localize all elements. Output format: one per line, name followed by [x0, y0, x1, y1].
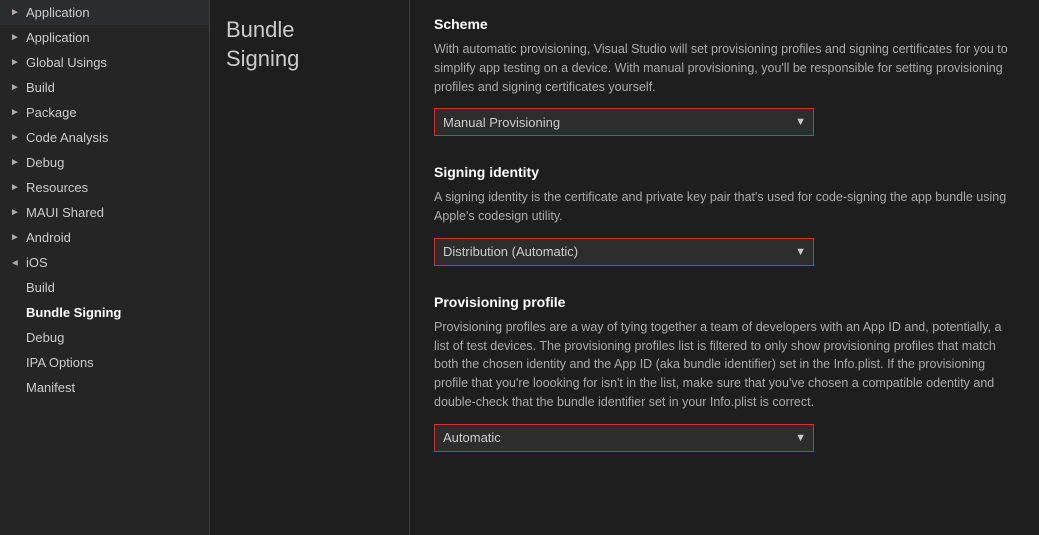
header-panel: Bundle Signing: [210, 0, 410, 535]
sidebar-item-label: Android: [26, 230, 71, 245]
scheme-dropdown-wrapper: Manual Provisioning Automatic Provisioni…: [434, 108, 814, 136]
sidebar-item-debug[interactable]: ► Debug: [0, 150, 209, 175]
sidebar-item-label: Build: [26, 80, 55, 95]
sidebar-item-application-1[interactable]: ► Application: [0, 0, 209, 25]
sidebar-item-label: iOS: [26, 255, 48, 270]
signing-description: A signing identity is the certificate an…: [434, 188, 1015, 226]
chevron-right-icon: ►: [8, 206, 22, 220]
scheme-title: Scheme: [434, 16, 1015, 32]
chevron-right-icon: ►: [8, 31, 22, 45]
chevron-right-icon: ►: [8, 231, 22, 245]
scheme-dropdown[interactable]: Manual Provisioning Automatic Provisioni…: [434, 108, 814, 136]
sidebar-item-ios-bundle-signing[interactable]: Bundle Signing: [18, 300, 209, 325]
sidebar-item-label: Build: [26, 280, 55, 295]
sidebar-item-global-usings[interactable]: ► Global Usings: [0, 50, 209, 75]
chevron-right-icon: ►: [8, 6, 22, 20]
sidebar-item-resources[interactable]: ► Resources: [0, 175, 209, 200]
chevron-right-icon: ►: [8, 156, 22, 170]
sidebar-item-label: Resources: [26, 180, 88, 195]
sidebar-item-ios-ipa-options[interactable]: IPA Options: [18, 350, 209, 375]
sidebar-item-label: Debug: [26, 330, 64, 345]
scheme-section: Scheme With automatic provisioning, Visu…: [434, 16, 1015, 136]
chevron-right-icon: ►: [8, 106, 22, 120]
sidebar-item-label: Code Analysis: [26, 130, 108, 145]
signing-dropdown-wrapper: Distribution (Automatic) iPhone Develope…: [434, 238, 814, 266]
sidebar-item-label: IPA Options: [26, 355, 94, 370]
signing-title: Signing identity: [434, 164, 1015, 180]
signing-section: Signing identity A signing identity is t…: [434, 164, 1015, 266]
sidebar-item-ios-debug[interactable]: Debug: [18, 325, 209, 350]
signing-dropdown[interactable]: Distribution (Automatic) iPhone Develope…: [434, 238, 814, 266]
chevron-right-icon: ►: [8, 81, 22, 95]
page-title: Bundle Signing: [226, 16, 393, 73]
sidebar-item-build[interactable]: ► Build: [0, 75, 209, 100]
sidebar-item-label: Application: [26, 30, 90, 45]
sidebar-item-label: Global Usings: [26, 55, 107, 70]
sidebar-item-label: Debug: [26, 155, 64, 170]
provisioning-dropdown[interactable]: Automatic None: [434, 424, 814, 452]
chevron-right-icon: ►: [8, 181, 22, 195]
sidebar-item-code-analysis[interactable]: ► Code Analysis: [0, 125, 209, 150]
provisioning-dropdown-wrapper: Automatic None ▼: [434, 424, 814, 452]
sidebar-item-label: Application: [26, 5, 90, 20]
chevron-right-icon: ►: [8, 131, 22, 145]
sidebar-item-ios-manifest[interactable]: Manifest: [18, 375, 209, 400]
ios-children: Build Bundle Signing Debug IPA Options M…: [0, 275, 209, 400]
chevron-right-icon: ►: [8, 56, 22, 70]
sidebar-item-ios-build[interactable]: Build: [18, 275, 209, 300]
sidebar-item-package[interactable]: ► Package: [0, 100, 209, 125]
sidebar-item-label: MAUI Shared: [26, 205, 104, 220]
provisioning-section: Provisioning profile Provisioning profil…: [434, 294, 1015, 452]
sidebar-item-android[interactable]: ► Android: [0, 225, 209, 250]
sidebar-item-label: Bundle Signing: [26, 305, 121, 320]
main-content: Scheme With automatic provisioning, Visu…: [410, 0, 1039, 535]
sidebar-item-label: Manifest: [26, 380, 75, 395]
sidebar: ► Application ► Application ► Global Usi…: [0, 0, 210, 535]
chevron-down-icon: ▼: [8, 256, 22, 270]
sidebar-item-application-2[interactable]: ► Application: [0, 25, 209, 50]
provisioning-description: Provisioning profiles are a way of tying…: [434, 318, 1015, 412]
scheme-description: With automatic provisioning, Visual Stud…: [434, 40, 1015, 96]
provisioning-title: Provisioning profile: [434, 294, 1015, 310]
sidebar-item-label: Package: [26, 105, 77, 120]
sidebar-item-maui-shared[interactable]: ► MAUI Shared: [0, 200, 209, 225]
sidebar-item-ios[interactable]: ▼ iOS: [0, 250, 209, 275]
